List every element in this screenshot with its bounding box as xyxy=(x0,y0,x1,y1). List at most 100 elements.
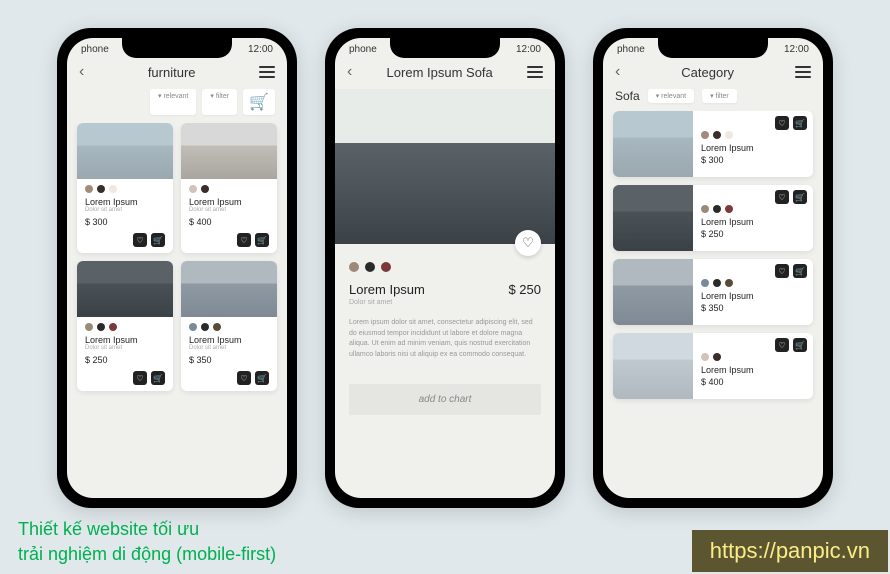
status-time: 12:00 xyxy=(516,44,541,55)
favorite-icon[interactable]: ♡ xyxy=(237,371,251,385)
color-swatch[interactable] xyxy=(349,262,359,272)
color-swatch[interactable] xyxy=(201,185,209,193)
menu-button[interactable] xyxy=(527,66,543,78)
color-swatches xyxy=(77,179,173,197)
menu-button[interactable] xyxy=(795,66,811,78)
product-price: $ 350 xyxy=(701,303,805,313)
color-swatch[interactable] xyxy=(381,262,391,272)
product-price: $ 250 xyxy=(508,282,541,297)
product-card[interactable]: Lorem Ipsum Dolor sit amet $ 300 ♡ 🛒 xyxy=(77,123,173,253)
favorite-icon[interactable]: ♡ xyxy=(775,338,789,352)
product-name: Lorem Ipsum xyxy=(701,365,805,375)
product-card[interactable]: Lorem Ipsum Dolor sit amet $ 400 ♡ 🛒 xyxy=(181,123,277,253)
color-swatch[interactable] xyxy=(201,323,209,331)
product-tagline: Dolor sit amet xyxy=(181,207,277,217)
color-swatches xyxy=(181,317,277,335)
color-swatch[interactable] xyxy=(85,185,93,193)
color-swatch[interactable] xyxy=(713,131,721,139)
status-time: 12:00 xyxy=(248,44,273,55)
favorite-icon[interactable]: ♡ xyxy=(775,190,789,204)
product-image xyxy=(613,185,693,251)
status-label: phone xyxy=(617,44,645,55)
phone-mockup-3: phone 12:00 ‹ Category Sofa ▾ relevant ▾… xyxy=(593,28,833,508)
phone-mockup-2: phone 12:00 ‹ Lorem Ipsum Sofa ♡ Lorem I… xyxy=(325,28,565,508)
favorite-icon[interactable]: ♡ xyxy=(133,371,147,385)
product-price: $ 300 xyxy=(701,155,805,165)
color-swatch[interactable] xyxy=(109,323,117,331)
product-name: Lorem Ipsum xyxy=(701,291,805,301)
favorite-button[interactable]: ♡ xyxy=(515,230,541,256)
back-button[interactable]: ‹ xyxy=(79,63,84,81)
product-name: Lorem Ipsum xyxy=(77,197,173,207)
back-button[interactable]: ‹ xyxy=(615,63,620,81)
product-card[interactable]: ♡ 🛒 Lorem Ipsum $ 400 xyxy=(613,333,813,399)
color-swatches xyxy=(701,131,805,139)
color-swatches xyxy=(77,317,173,335)
product-price: $ 300 xyxy=(77,217,173,233)
product-card[interactable]: Lorem Ipsum Dolor sit amet $ 250 ♡ 🛒 xyxy=(77,261,173,391)
favorite-icon[interactable]: ♡ xyxy=(237,233,251,247)
color-swatch[interactable] xyxy=(97,323,105,331)
color-swatch[interactable] xyxy=(97,185,105,193)
product-price: $ 350 xyxy=(181,355,277,371)
product-card[interactable]: ♡ 🛒 Lorem Ipsum $ 300 xyxy=(613,111,813,177)
status-time: 12:00 xyxy=(784,44,809,55)
color-swatch[interactable] xyxy=(725,279,733,287)
phone-notch xyxy=(122,36,232,58)
product-price: $ 400 xyxy=(181,217,277,233)
color-swatch[interactable] xyxy=(713,279,721,287)
color-swatch[interactable] xyxy=(701,131,709,139)
product-name: Lorem Ipsum xyxy=(349,282,425,297)
status-label: phone xyxy=(81,44,109,55)
product-image xyxy=(613,333,693,399)
favorite-icon[interactable]: ♡ xyxy=(775,264,789,278)
product-card[interactable]: ♡ 🛒 Lorem Ipsum $ 350 xyxy=(613,259,813,325)
product-card[interactable]: Lorem Ipsum Dolor sit amet $ 350 ♡ 🛒 xyxy=(181,261,277,391)
product-name: Lorem Ipsum xyxy=(701,143,805,153)
color-swatch[interactable] xyxy=(701,353,709,361)
color-swatch[interactable] xyxy=(213,323,221,331)
cart-icon[interactable]: 🛒 xyxy=(793,264,807,278)
phone-mockup-1: phone 12:00 ‹ furniture ▾ relevant ▾ fil… xyxy=(57,28,297,508)
cart-icon[interactable]: 🛒 xyxy=(793,190,807,204)
color-swatch[interactable] xyxy=(701,205,709,213)
filter-button[interactable]: ▾ filter xyxy=(702,89,737,103)
source-url: https://panpic.vn xyxy=(692,530,888,572)
cart-icon[interactable]: 🛒 xyxy=(151,371,165,385)
favorite-icon[interactable]: ♡ xyxy=(133,233,147,247)
color-swatch[interactable] xyxy=(365,262,375,272)
color-swatch[interactable] xyxy=(109,185,117,193)
product-description: Lorem ipsum dolor sit amet, consectetur … xyxy=(349,318,541,360)
color-swatches[interactable] xyxy=(349,262,541,272)
product-price: $ 250 xyxy=(77,355,173,371)
cart-icon[interactable]: 🛒 xyxy=(255,371,269,385)
color-swatch[interactable] xyxy=(189,185,197,193)
sort-relevant-button[interactable]: ▾ relevant xyxy=(648,89,694,103)
cart-icon[interactable]: 🛒 xyxy=(151,233,165,247)
menu-button[interactable] xyxy=(259,66,275,78)
cart-icon[interactable]: 🛒 xyxy=(793,338,807,352)
cart-icon[interactable]: 🛒 xyxy=(255,233,269,247)
color-swatches xyxy=(701,205,805,213)
product-price: $ 250 xyxy=(701,229,805,239)
color-swatch[interactable] xyxy=(85,323,93,331)
color-swatch[interactable] xyxy=(713,353,721,361)
color-swatch[interactable] xyxy=(725,205,733,213)
cart-icon[interactable]: 🛒 xyxy=(793,116,807,130)
color-swatch[interactable] xyxy=(713,205,721,213)
color-swatch[interactable] xyxy=(701,279,709,287)
product-name: Lorem Ipsum xyxy=(77,335,173,345)
sort-relevant-button[interactable]: ▾ relevant xyxy=(150,89,196,115)
product-name: Lorem Ipsum xyxy=(181,335,277,345)
caption-text: Thiết kế website tối ưu trải nghiệm di đ… xyxy=(18,517,276,566)
favorite-icon[interactable]: ♡ xyxy=(775,116,789,130)
product-card[interactable]: ♡ 🛒 Lorem Ipsum $ 250 xyxy=(613,185,813,251)
product-image xyxy=(181,261,277,317)
color-swatch[interactable] xyxy=(189,323,197,331)
filter-button[interactable]: ▾ filter xyxy=(202,89,237,115)
product-name: Lorem Ipsum xyxy=(181,197,277,207)
back-button[interactable]: ‹ xyxy=(347,63,352,81)
add-to-cart-button[interactable]: add to chart xyxy=(349,384,541,415)
cart-button[interactable]: 🛒 xyxy=(243,89,275,115)
color-swatch[interactable] xyxy=(725,131,733,139)
